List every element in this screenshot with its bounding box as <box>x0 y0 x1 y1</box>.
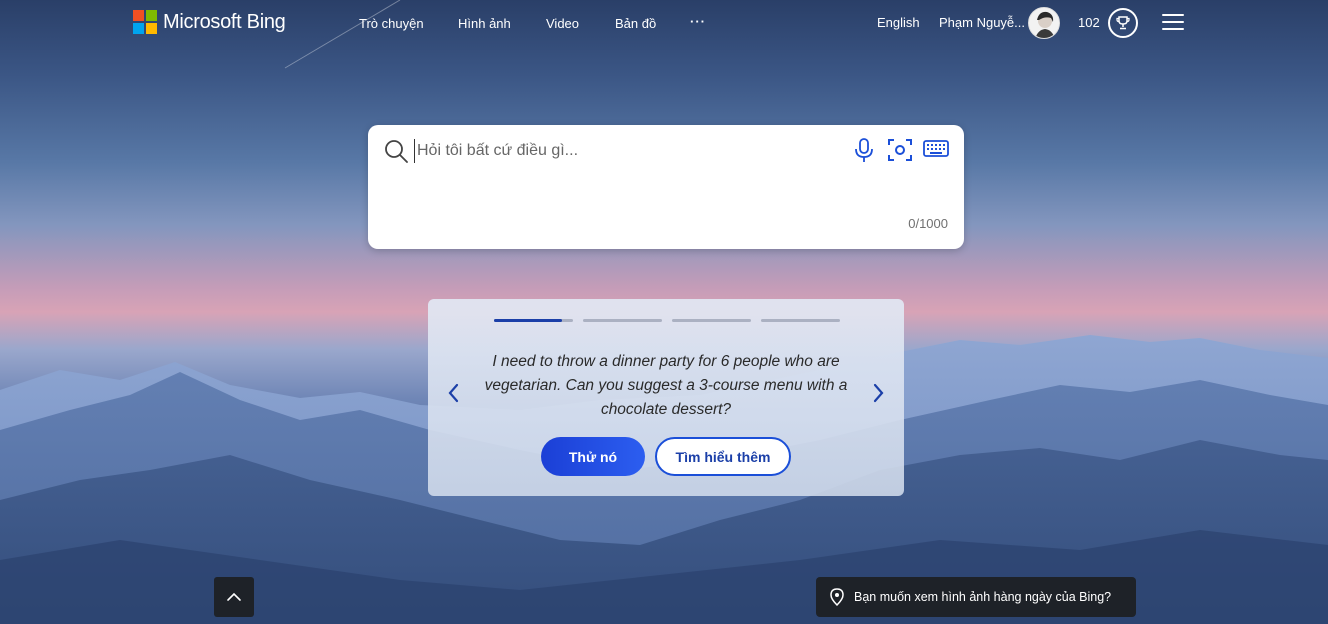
brand-name: Microsoft Bing <box>163 10 286 33</box>
progress-segment-2[interactable] <box>583 319 662 322</box>
progress-segment-1[interactable] <box>494 319 573 322</box>
location-pin-icon <box>830 588 844 606</box>
learn-more-button[interactable]: Tìm hiểu thêm <box>655 437 791 476</box>
chevron-up-icon <box>227 592 241 601</box>
daily-image-prompt[interactable]: Bạn muốn xem hình ảnh hàng ngày của Bing… <box>816 577 1136 617</box>
hamburger-menu-icon[interactable] <box>1162 14 1184 32</box>
try-it-button[interactable]: Thử nó <box>541 437 645 476</box>
progress-segment-3[interactable] <box>672 319 751 322</box>
carousel-progress <box>494 319 840 322</box>
nav-item-chat[interactable]: Trò chuyện <box>359 16 424 31</box>
search-input[interactable] <box>414 139 814 163</box>
bing-logo[interactable]: Microsoft Bing <box>133 10 286 34</box>
chevron-left-icon[interactable] <box>446 382 460 404</box>
nav-item-video[interactable]: Video <box>546 16 579 31</box>
progress-segment-4[interactable] <box>761 319 840 322</box>
microsoft-logo-icon <box>133 10 157 34</box>
nav-item-images[interactable]: Hình ảnh <box>458 16 511 31</box>
keyboard-icon[interactable] <box>923 139 949 159</box>
microphone-icon[interactable] <box>854 137 874 163</box>
character-counter: 0/1000 <box>908 216 948 231</box>
top-header: Microsoft Bing Trò chuyện Hình ảnh Video… <box>0 0 1328 46</box>
rewards-trophy-icon[interactable] <box>1108 8 1138 38</box>
scroll-up-button[interactable] <box>214 577 254 617</box>
language-toggle[interactable]: English <box>877 15 920 30</box>
nav-item-maps[interactable]: Bản đồ <box>615 16 656 31</box>
rewards-points[interactable]: 102 <box>1078 15 1100 30</box>
visual-search-icon[interactable] <box>887 137 913 163</box>
user-name[interactable]: Phạm Nguyễ... <box>939 15 1025 30</box>
nav-item-more[interactable]: ··· <box>690 14 706 29</box>
avatar[interactable] <box>1028 7 1060 39</box>
search-box: 0/1000 <box>368 125 964 249</box>
suggestion-carousel: I need to throw a dinner party for 6 peo… <box>428 299 904 496</box>
chevron-right-icon[interactable] <box>872 382 886 404</box>
avatar-image <box>1029 8 1059 38</box>
suggestion-prompt: I need to throw a dinner party for 6 peo… <box>484 353 848 418</box>
search-icon <box>385 140 408 163</box>
daily-image-text: Bạn muốn xem hình ảnh hàng ngày của Bing… <box>854 590 1112 604</box>
